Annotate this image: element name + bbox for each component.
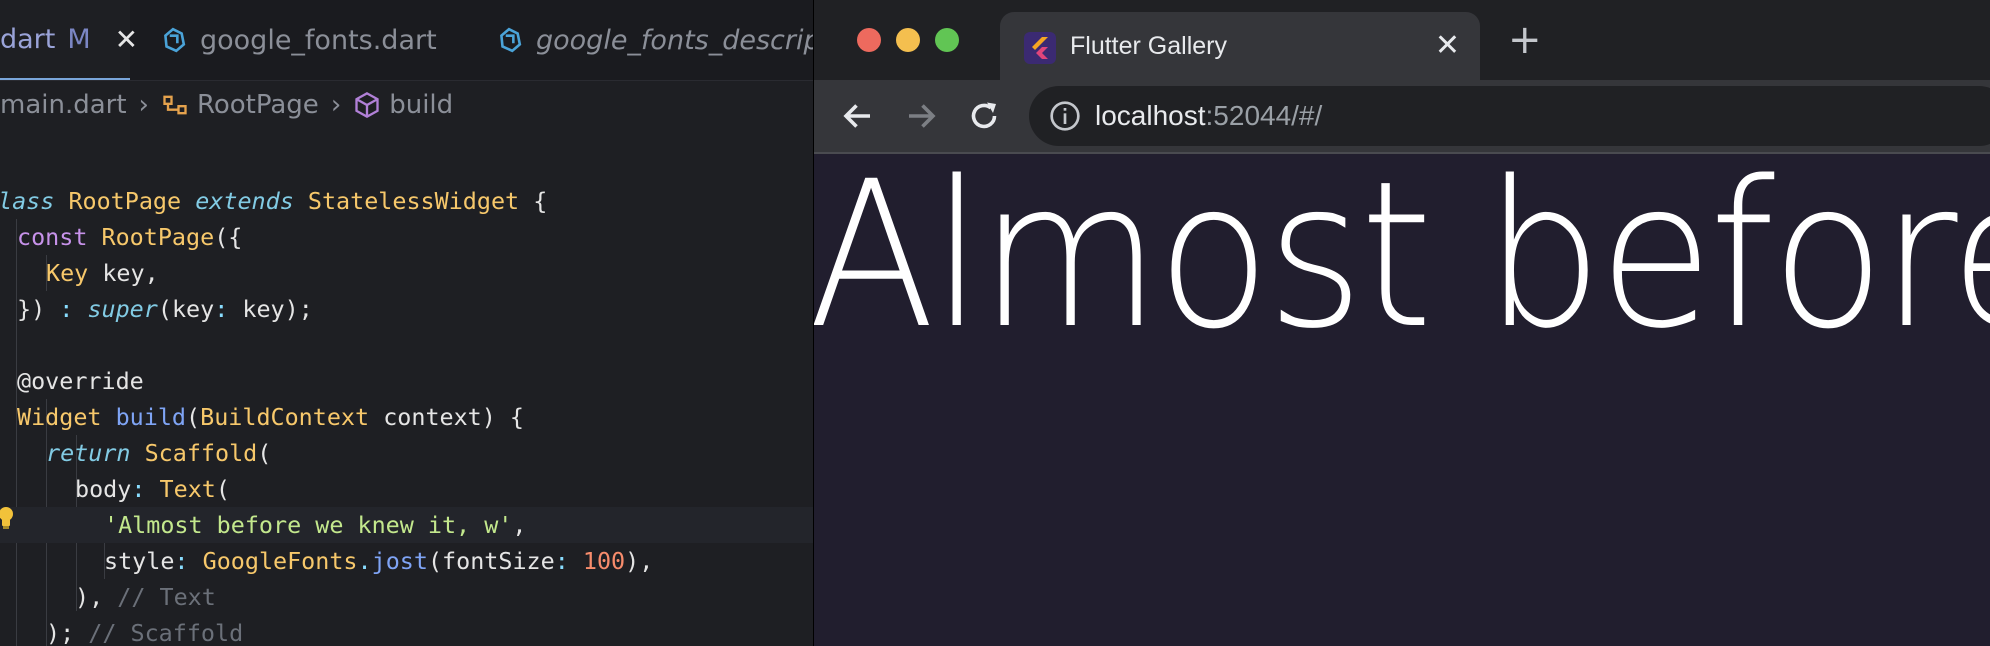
code-line: return Scaffold( xyxy=(46,439,272,467)
maximize-window-button[interactable] xyxy=(935,28,959,52)
method-cube-icon xyxy=(355,91,379,119)
url-host: localhost xyxy=(1095,100,1206,131)
editor-tab-bar: dart M ✕ google_fonts.dart google_fonts_… xyxy=(0,0,813,81)
flutter-text-output: Almost before xyxy=(813,137,1990,373)
reload-icon[interactable] xyxy=(966,98,1002,134)
code-line: const RootPage({ xyxy=(17,223,243,251)
tab-google-fonts[interactable]: google_fonts.dart xyxy=(160,0,437,80)
lightbulb-icon[interactable] xyxy=(0,506,14,530)
code-line: }) : super(key: key); xyxy=(17,295,313,323)
forward-arrow-icon[interactable] xyxy=(903,98,939,134)
new-tab-button[interactable]: + xyxy=(1508,20,1542,60)
tab-main-dart[interactable]: dart M ✕ xyxy=(0,0,138,80)
code-line-current: 'Almost before we knew it, w', xyxy=(0,507,813,543)
dart-file-icon xyxy=(164,27,186,53)
back-arrow-icon[interactable] xyxy=(840,98,876,134)
code-line: lass RootPage extends StatelessWidget { xyxy=(0,187,548,215)
code-line: Widget build(BuildContext context) { xyxy=(17,403,525,431)
minimize-window-button[interactable] xyxy=(896,28,920,52)
code-line: ), // Text xyxy=(75,583,216,611)
code-line: body: Text( xyxy=(75,475,230,503)
tab-label: google_fonts_descriptc xyxy=(536,24,813,56)
page-viewport: Almost before xyxy=(814,150,1990,646)
modified-badge: M xyxy=(67,23,91,55)
close-window-button[interactable] xyxy=(857,28,881,52)
code-line: ); // Scaffold xyxy=(46,619,244,646)
close-icon[interactable]: ✕ xyxy=(115,23,138,56)
breadcrumb-file[interactable]: main.dart xyxy=(0,90,127,120)
tab-label: dart xyxy=(0,23,56,55)
close-tab-icon[interactable]: ✕ xyxy=(1435,12,1460,80)
browser-titlebar: Flutter Gallery ✕ + xyxy=(814,0,1990,80)
url-path: :52044/#/ xyxy=(1205,100,1323,131)
breadcrumb: main.dart › RootPage › build xyxy=(0,84,813,126)
browser-tab[interactable]: Flutter Gallery ✕ xyxy=(1000,12,1480,80)
code-line: Key key, xyxy=(46,259,159,287)
browser-tab-title: Flutter Gallery xyxy=(1070,32,1227,60)
browser-window: Flutter Gallery ✕ + localhost:52044/#/ A… xyxy=(813,0,1990,646)
class-icon xyxy=(163,95,187,115)
chevron-right-icon: › xyxy=(330,90,342,120)
tab-label: google_fonts.dart xyxy=(200,24,437,56)
flutter-logo-icon xyxy=(1024,32,1056,64)
breadcrumb-class[interactable]: RootPage xyxy=(197,90,319,120)
chevron-right-icon: › xyxy=(138,90,149,120)
tab-google-fonts-descriptor[interactable]: google_fonts_descriptc xyxy=(496,0,813,80)
code-line: style: GoogleFonts.jost(fontSize: 100), xyxy=(104,547,654,575)
code-line: @override xyxy=(17,367,144,395)
breadcrumb-method[interactable]: build xyxy=(389,90,453,120)
dart-file-icon xyxy=(500,27,522,53)
info-icon[interactable] xyxy=(1049,100,1081,132)
code-editor: dart M ✕ google_fonts.dart google_fonts_… xyxy=(0,0,813,646)
